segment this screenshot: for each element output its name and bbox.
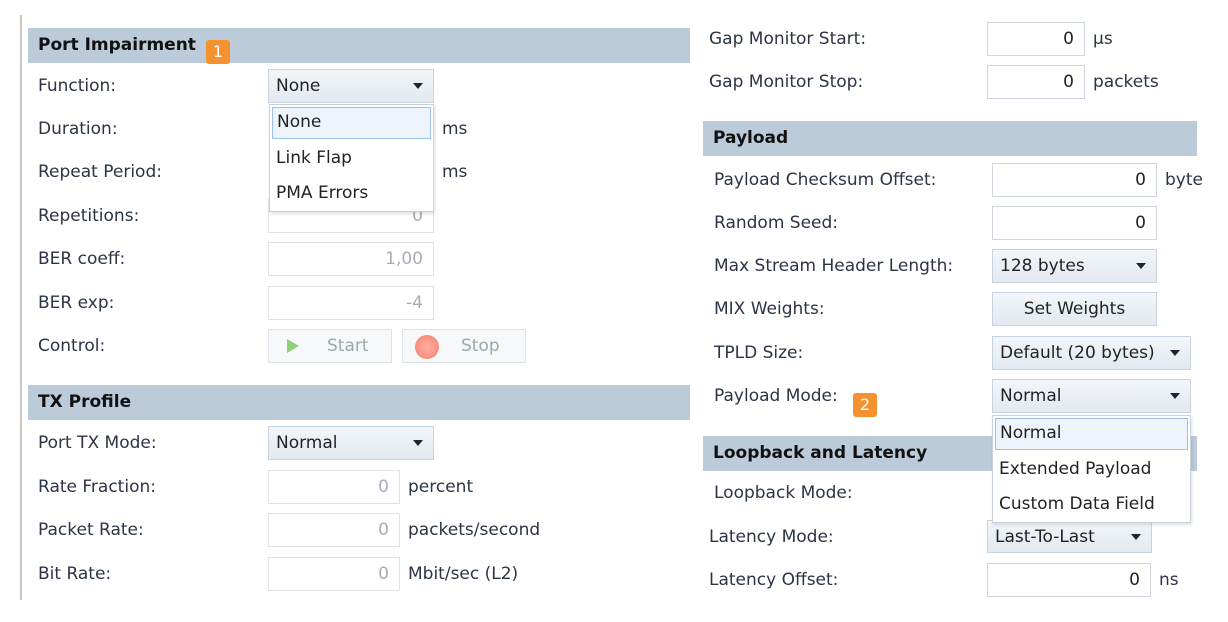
latency-mode-value: Last-To-Last [995,527,1095,547]
packet-rate-unit: packets/second [408,520,541,540]
packet-rate-input[interactable]: 0 [268,513,400,547]
ber-exp-label: BER exp: [38,293,115,313]
tpld-size-dropdown[interactable]: Default (20 bytes) [992,336,1191,370]
section-tx-profile: TX Profile [28,385,690,420]
function-option-pma-errors[interactable]: PMA Errors [270,176,433,211]
chevron-down-icon [413,440,423,446]
function-option-none[interactable]: None [272,107,431,139]
control-label: Control: [38,336,106,356]
latency-offset-unit: ns [1159,570,1179,590]
function-value: None [276,76,321,96]
rate-fraction-unit: percent [408,477,474,497]
function-label: Function: [38,76,117,96]
repeat-period-unit: ms [442,162,468,182]
port-tx-mode-label: Port TX Mode: [38,433,157,453]
start-label: Start [327,336,369,356]
payload-mode-dropdown[interactable]: Normal [992,379,1191,413]
bit-rate-label: Bit Rate: [38,564,112,584]
ber-coeff-label: BER coeff: [38,249,126,269]
repeat-period-label: Repeat Period: [38,162,162,182]
section-title: Loopback and Latency [713,443,928,463]
function-option-link-flap[interactable]: Link Flap [270,141,433,176]
gap-start-label: Gap Monitor Start: [709,29,867,49]
tpld-size-label: TPLD Size: [714,343,804,363]
play-arrow-icon [287,339,299,353]
stop-button[interactable]: Stop [402,329,526,363]
gap-start-input[interactable]: 0 [987,22,1085,56]
stop-circle-icon [415,335,439,359]
bit-rate-unit: Mbit/sec (L2) [408,564,519,584]
payload-mode-option-extended[interactable]: Extended Payload [993,452,1190,487]
gap-stop-input[interactable]: 0 [987,65,1085,99]
payload-mode-value: Normal [1000,386,1062,406]
chevron-down-icon [1170,350,1180,356]
payload-mode-option-normal[interactable]: Normal [995,418,1188,450]
section-title: TX Profile [38,392,132,412]
gap-stop-label: Gap Monitor Stop: [709,72,864,92]
ber-coeff-input[interactable]: 1,00 [268,242,434,276]
port-tx-mode-value: Normal [276,433,338,453]
checksum-offset-unit: byte [1165,170,1203,190]
random-seed-label: Random Seed: [714,213,839,233]
chevron-down-icon [1131,534,1141,540]
duration-unit: ms [442,119,468,139]
duration-label: Duration: [38,119,118,139]
checksum-offset-input[interactable]: 0 [992,163,1157,197]
gap-start-unit: µs [1093,29,1113,49]
stop-label: Stop [461,336,500,356]
chevron-down-icon [1170,393,1180,399]
latency-mode-label: Latency Mode: [709,527,834,547]
loopback-mode-label: Loopback Mode: [714,483,853,503]
function-dropdown[interactable]: None [268,69,434,103]
rate-fraction-label: Rate Fraction: [38,477,156,497]
checksum-offset-label: Payload Checksum Offset: [714,170,937,190]
mix-weights-label: MIX Weights: [714,299,825,319]
latency-offset-label: Latency Offset: [709,570,839,590]
latency-offset-input[interactable]: 0 [987,563,1151,597]
section-payload: Payload [703,121,1197,156]
port-tx-mode-dropdown[interactable]: Normal [268,426,434,460]
section-title: Port Impairment [38,35,196,55]
annotation-badge-2: 2 [853,393,877,417]
max-header-label: Max Stream Header Length: [714,256,954,276]
payload-mode-option-custom[interactable]: Custom Data Field [993,487,1190,522]
chevron-down-icon [413,83,423,89]
section-port-impairment: Port Impairment [28,28,690,63]
packet-rate-label: Packet Rate: [38,520,144,540]
ber-exp-input[interactable]: -4 [268,286,434,320]
section-title: Payload [713,128,789,148]
gap-stop-unit: packets [1093,72,1159,92]
latency-mode-dropdown[interactable]: Last-To-Last [987,520,1152,553]
payload-mode-label: Payload Mode: [714,386,838,406]
start-button[interactable]: Start [268,329,392,363]
random-seed-input[interactable]: 0 [992,206,1157,240]
panel-divider [20,15,22,600]
tpld-size-value: Default (20 bytes) [1000,343,1155,363]
annotation-badge-1: 1 [206,40,230,64]
function-dropdown-list: None Link Flap PMA Errors [269,104,434,212]
max-header-value: 128 bytes [1000,256,1085,276]
max-header-dropdown[interactable]: 128 bytes [992,249,1157,283]
chevron-down-icon [1136,263,1146,269]
payload-mode-dropdown-list: Normal Extended Payload Custom Data Fiel… [992,415,1191,523]
set-weights-button[interactable]: Set Weights [992,292,1157,326]
repetitions-label: Repetitions: [38,206,140,226]
bit-rate-input[interactable]: 0 [268,557,400,591]
rate-fraction-input[interactable]: 0 [268,470,400,504]
